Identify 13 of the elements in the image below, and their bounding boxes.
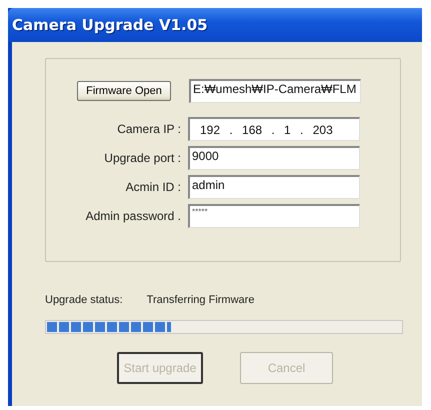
field-label: Upgrade port : bbox=[103, 151, 181, 165]
path-field[interactable]: E:₩umesh₩IP-Camera₩FLM bbox=[189, 79, 361, 103]
field-label: Admin password . bbox=[84, 209, 181, 223]
field-label: Acmin ID : bbox=[124, 180, 181, 194]
firmware-open-button[interactable]: Firmware Open bbox=[77, 81, 171, 101]
status-text: Transferring Firmware bbox=[146, 294, 254, 306]
status-label: Upgrade status: bbox=[45, 294, 123, 306]
input-field[interactable]: 9000 bbox=[188, 146, 360, 170]
input-field[interactable]: 192 . 168 . 1 . 203 bbox=[188, 117, 360, 141]
field-label: Camera IP : bbox=[116, 122, 181, 136]
window-title: Camera Upgrade V1.05 bbox=[12, 16, 208, 34]
input-field[interactable]: ***** bbox=[188, 204, 360, 228]
input-field[interactable]: admin bbox=[188, 175, 360, 199]
